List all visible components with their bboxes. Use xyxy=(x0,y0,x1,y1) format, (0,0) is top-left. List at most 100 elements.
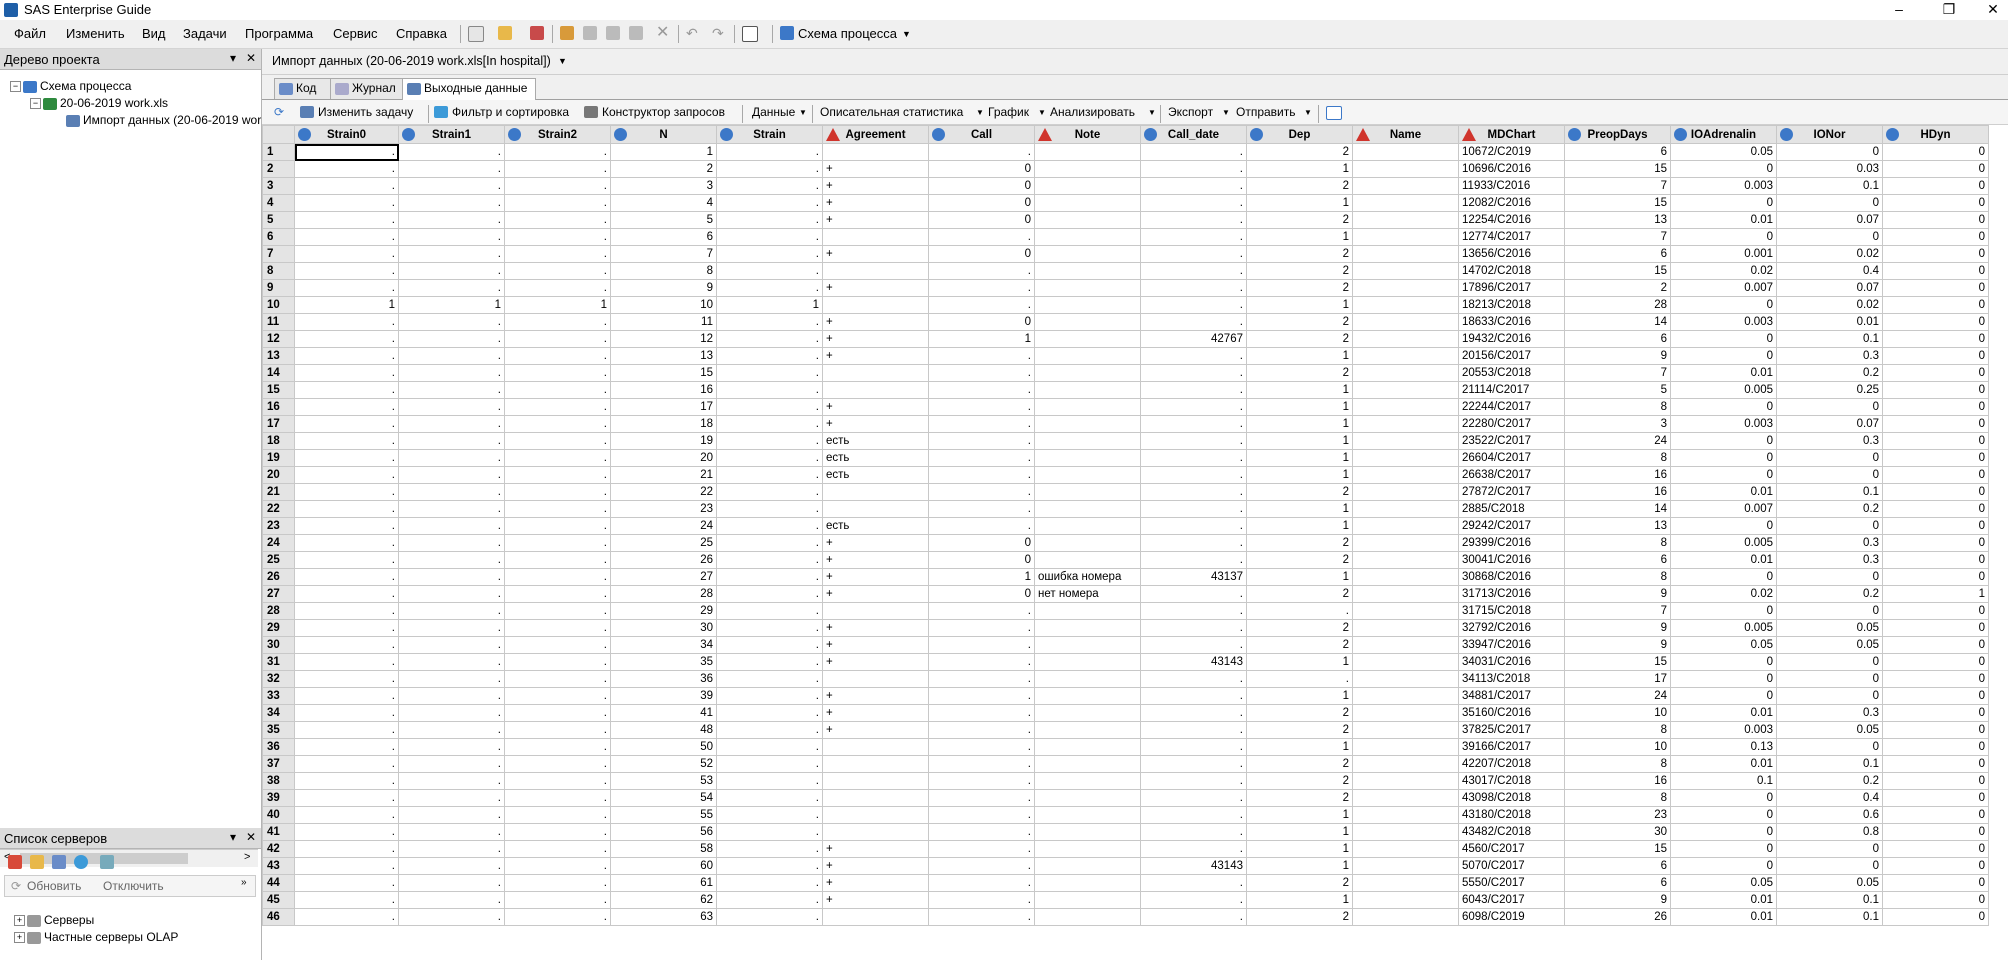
table-cell[interactable]: 15 xyxy=(1564,840,1671,858)
table-cell[interactable]: 2 xyxy=(1246,721,1353,739)
chevron-down-icon[interactable]: ▼ xyxy=(1222,108,1230,117)
table-cell[interactable]: 0 xyxy=(1776,143,1883,161)
table-cell[interactable] xyxy=(1034,534,1141,552)
table-cell[interactable]: 1 xyxy=(1246,891,1353,909)
table-cell[interactable]: 0 xyxy=(1776,653,1883,671)
table-cell[interactable]: . xyxy=(398,789,505,807)
row-number[interactable]: 44 xyxy=(262,874,295,892)
table-cell[interactable]: 6 xyxy=(1564,551,1671,569)
cut-icon[interactable] xyxy=(583,26,597,40)
table-cell[interactable]: . xyxy=(504,194,611,212)
table-cell[interactable]: . xyxy=(716,432,823,450)
table-cell[interactable]: 8 xyxy=(1564,755,1671,773)
table-cell[interactable]: 8 xyxy=(1564,721,1671,739)
table-cell[interactable] xyxy=(822,364,929,382)
table-cell[interactable] xyxy=(1034,194,1141,212)
table-cell[interactable]: 34031/C2016 xyxy=(1458,653,1565,671)
table-cell[interactable] xyxy=(1034,279,1141,297)
table-cell[interactable]: . xyxy=(1140,194,1247,212)
table-cell[interactable]: . xyxy=(504,823,611,841)
table-cell[interactable]: 1 xyxy=(1246,857,1353,875)
pane-menu-icon[interactable]: ▾ xyxy=(230,830,236,844)
table-cell[interactable]: 0 xyxy=(1882,551,1989,569)
table-cell[interactable] xyxy=(1352,551,1459,569)
table-cell[interactable]: 0.1 xyxy=(1776,908,1883,926)
column-header-strain0[interactable]: Strain0 xyxy=(294,125,399,144)
table-cell[interactable]: 7 xyxy=(1564,602,1671,620)
table-cell[interactable]: 0 xyxy=(1670,228,1777,246)
table-cell[interactable]: . xyxy=(1140,313,1247,331)
table-cell[interactable] xyxy=(1352,500,1459,518)
table-cell[interactable]: . xyxy=(716,891,823,909)
table-cell[interactable] xyxy=(1352,466,1459,484)
disconnect-button[interactable]: Отключить xyxy=(103,879,164,893)
table-cell[interactable]: . xyxy=(928,500,1035,518)
table-cell[interactable]: + xyxy=(822,534,929,552)
table-cell[interactable] xyxy=(1352,211,1459,229)
table-cell[interactable]: 6 xyxy=(1564,143,1671,161)
table-cell[interactable]: 0 xyxy=(1882,381,1989,399)
table-cell[interactable]: . xyxy=(928,738,1035,756)
table-cell[interactable]: 2 xyxy=(1246,143,1353,161)
table-cell[interactable]: . xyxy=(398,194,505,212)
table-cell[interactable]: 9 xyxy=(1564,585,1671,603)
table-cell[interactable]: . xyxy=(928,653,1035,671)
table-cell[interactable]: 0.01 xyxy=(1670,891,1777,909)
table-cell[interactable]: 41 xyxy=(610,704,717,722)
table-cell[interactable]: . xyxy=(504,432,611,450)
table-cell[interactable]: + xyxy=(822,551,929,569)
table-cell[interactable]: 1 xyxy=(1246,568,1353,586)
window-layout-icon[interactable] xyxy=(742,26,758,42)
table-cell[interactable]: . xyxy=(504,585,611,603)
table-cell[interactable]: есть xyxy=(822,517,929,535)
table-cell[interactable]: 61 xyxy=(610,874,717,892)
table-cell[interactable]: 0.1 xyxy=(1776,177,1883,195)
table-cell[interactable]: . xyxy=(1140,585,1247,603)
table-cell[interactable]: 0.005 xyxy=(1670,619,1777,637)
table-cell[interactable] xyxy=(1034,398,1141,416)
table-cell[interactable]: . xyxy=(504,228,611,246)
table-cell[interactable] xyxy=(822,296,929,314)
table-cell[interactable]: 6 xyxy=(1564,874,1671,892)
table-cell[interactable]: 15 xyxy=(1564,262,1671,280)
table-cell[interactable]: . xyxy=(398,772,505,790)
table-cell[interactable] xyxy=(822,789,929,807)
table-cell[interactable]: . xyxy=(716,585,823,603)
table-cell[interactable]: 0 xyxy=(1882,517,1989,535)
table-cell[interactable] xyxy=(1352,262,1459,280)
table-cell[interactable]: 9 xyxy=(1564,636,1671,654)
table-cell[interactable]: 18633/C2016 xyxy=(1458,313,1565,331)
table-cell[interactable]: . xyxy=(1140,687,1247,705)
table-cell[interactable]: 2 xyxy=(1246,772,1353,790)
row-number[interactable]: 20 xyxy=(262,466,295,484)
new-icon[interactable] xyxy=(468,26,484,42)
table-cell[interactable]: 0 xyxy=(1670,432,1777,450)
table-cell[interactable]: + xyxy=(822,653,929,671)
table-cell[interactable]: 2 xyxy=(1246,789,1353,807)
table-cell[interactable]: 0.01 xyxy=(1670,551,1777,569)
table-cell[interactable]: . xyxy=(398,670,505,688)
menu-program[interactable]: Программа xyxy=(245,26,313,41)
row-number[interactable]: 17 xyxy=(262,415,295,433)
table-cell[interactable]: . xyxy=(294,670,399,688)
column-header-call-date[interactable]: Call_date xyxy=(1140,125,1247,144)
table-cell[interactable]: . xyxy=(398,636,505,654)
table-cell[interactable]: 19432/C2016 xyxy=(1458,330,1565,348)
table-cell[interactable]: . xyxy=(1140,619,1247,637)
table-cell[interactable]: . xyxy=(716,517,823,535)
row-number[interactable]: 43 xyxy=(262,857,295,875)
table-cell[interactable]: 32792/C2016 xyxy=(1458,619,1565,637)
table-cell[interactable]: . xyxy=(294,432,399,450)
table-cell[interactable]: 0 xyxy=(1670,823,1777,841)
table-cell[interactable]: . xyxy=(716,738,823,756)
table-cell[interactable]: . xyxy=(928,415,1035,433)
table-cell[interactable]: . xyxy=(1140,534,1247,552)
table-cell[interactable]: 0 xyxy=(1776,840,1883,858)
table-cell[interactable]: . xyxy=(1140,228,1247,246)
table-cell[interactable]: 0.13 xyxy=(1670,738,1777,756)
table-cell[interactable] xyxy=(1034,211,1141,229)
table-cell[interactable]: 24 xyxy=(610,517,717,535)
table-cell[interactable]: . xyxy=(398,313,505,331)
table-cell[interactable]: 0 xyxy=(1882,449,1989,467)
table-cell[interactable]: . xyxy=(294,381,399,399)
